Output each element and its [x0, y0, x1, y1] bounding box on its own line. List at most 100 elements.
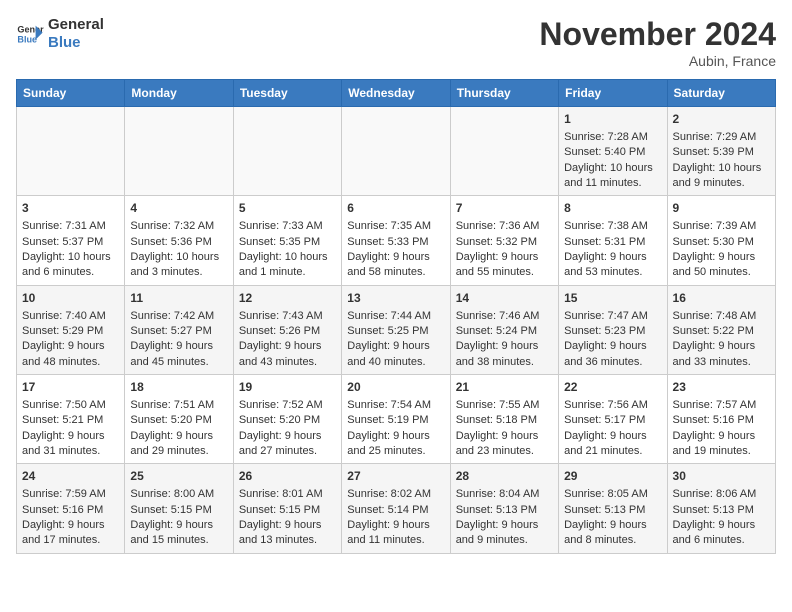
day-info: Sunset: 5:35 PM [239, 235, 336, 250]
day-info: Daylight: 9 hours and 27 minutes. [239, 429, 336, 460]
day-number: 10 [22, 290, 119, 307]
day-info: Daylight: 9 hours and 23 minutes. [456, 429, 553, 460]
day-info: Sunset: 5:31 PM [564, 235, 661, 250]
day-info: Daylight: 9 hours and 9 minutes. [456, 518, 553, 549]
day-number: 20 [347, 379, 444, 396]
calendar-cell: 10Sunrise: 7:40 AMSunset: 5:29 PMDayligh… [17, 285, 125, 374]
calendar-cell: 30Sunrise: 8:06 AMSunset: 5:13 PMDayligh… [667, 464, 775, 553]
day-info: Sunrise: 7:48 AM [673, 309, 770, 324]
day-number: 8 [564, 200, 661, 217]
day-info: Daylight: 9 hours and 25 minutes. [347, 429, 444, 460]
calendar-cell: 20Sunrise: 7:54 AMSunset: 5:19 PMDayligh… [342, 375, 450, 464]
day-info: Sunset: 5:29 PM [22, 324, 119, 339]
day-number: 14 [456, 290, 553, 307]
calendar-cell: 2 Sunrise: 7:29 AMSunset: 5:39 PMDaylight… [667, 107, 775, 196]
calendar-table: SundayMondayTuesdayWednesdayThursdayFrid… [16, 79, 776, 554]
month-title: November 2024 [539, 16, 776, 53]
day-number: 19 [239, 379, 336, 396]
day-info: Daylight: 9 hours and 36 minutes. [564, 339, 661, 370]
logo-line2: Blue [48, 34, 104, 52]
day-info: Sunrise: 7:51 AM [130, 398, 227, 413]
week-row-3: 10 Sunrise: 7:40 AMSunset: 5:29 PM Dayligh… [17, 285, 776, 374]
day-info: Sunrise: 7:46 AM [456, 309, 553, 324]
day-info: Daylight: 9 hours and 6 minutes. [673, 518, 770, 549]
day-info: Daylight: 9 hours and 53 minutes. [564, 250, 661, 281]
day-info: Daylight: 10 hours and 9 minutes. [673, 161, 770, 192]
day-number: 1 [564, 111, 661, 128]
calendar-cell: 13Sunrise: 7:44 AMSunset: 5:25 PMDayligh… [342, 285, 450, 374]
day-number: 2 [673, 111, 770, 128]
day-info: Sunrise: 7:39 AM [673, 219, 770, 234]
day-info: Sunrise: 7:50 AM [22, 398, 119, 413]
calendar-cell: 8 Sunrise: 7:38 AMSunset: 5:31 PMDaylight… [559, 196, 667, 285]
day-info: Sunset: 5:16 PM [673, 413, 770, 428]
day-info: Sunrise: 7:38 AM [564, 219, 661, 234]
day-number: 30 [673, 468, 770, 485]
day-info: Daylight: 9 hours and 45 minutes. [130, 339, 227, 370]
calendar-cell: 3Sunrise: 7:31 AMSunset: 5:37 PMDaylight… [17, 196, 125, 285]
svg-text:Blue: Blue [17, 34, 37, 44]
day-info: Sunset: 5:39 PM [673, 145, 770, 160]
day-info: Sunrise: 7:28 AM [564, 130, 661, 145]
week-row-2: 3Sunrise: 7:31 AMSunset: 5:37 PMDaylight… [17, 196, 776, 285]
day-info: Sunrise: 7:52 AM [239, 398, 336, 413]
week-row-4: 17Sunrise: 7:50 AMSunset: 5:21 PMDayligh… [17, 375, 776, 464]
day-info: Sunrise: 8:00 AM [130, 487, 227, 502]
calendar-cell: 4Sunrise: 7:32 AMSunset: 5:36 PMDaylight… [125, 196, 233, 285]
day-info: Sunrise: 7:31 AM [22, 219, 119, 234]
day-number: 28 [456, 468, 553, 485]
day-info: Sunset: 5:27 PM [130, 324, 227, 339]
week-row-1: 1 Sunrise: 7:28 AMSunset: 5:40 PM Daylight… [17, 107, 776, 196]
day-info: Daylight: 9 hours and 31 minutes. [22, 429, 119, 460]
logo-line1: General [48, 16, 104, 34]
logo-icon: General Blue [16, 20, 44, 48]
day-info: Daylight: 10 hours and 1 minute. [239, 250, 336, 281]
day-number: 18 [130, 379, 227, 396]
day-info: Sunset: 5:15 PM [130, 503, 227, 518]
day-info: Sunset: 5:26 PM [239, 324, 336, 339]
calendar-cell [125, 107, 233, 196]
day-info: Sunset: 5:40 PM [564, 145, 661, 160]
day-number: 7 [456, 200, 553, 217]
calendar-cell: 19Sunrise: 7:52 AMSunset: 5:20 PMDayligh… [233, 375, 341, 464]
calendar-cell: 5Sunrise: 7:33 AMSunset: 5:35 PMDaylight… [233, 196, 341, 285]
header-day-tuesday: Tuesday [233, 80, 341, 107]
day-number: 9 [673, 200, 770, 217]
day-number: 6 [347, 200, 444, 217]
day-info: Sunset: 5:16 PM [22, 503, 119, 518]
day-info: Sunset: 5:25 PM [347, 324, 444, 339]
day-info: Daylight: 9 hours and 50 minutes. [673, 250, 770, 281]
calendar-cell: 27Sunrise: 8:02 AMSunset: 5:14 PMDayligh… [342, 464, 450, 553]
day-info: Sunrise: 8:06 AM [673, 487, 770, 502]
day-number: 15 [564, 290, 661, 307]
day-info: Sunrise: 8:05 AM [564, 487, 661, 502]
day-info: Sunrise: 7:36 AM [456, 219, 553, 234]
day-info: Daylight: 9 hours and 29 minutes. [130, 429, 227, 460]
day-info: Sunrise: 7:59 AM [22, 487, 119, 502]
day-number: 23 [673, 379, 770, 396]
day-info: Sunset: 5:24 PM [456, 324, 553, 339]
calendar-cell: 29Sunrise: 8:05 AMSunset: 5:13 PMDayligh… [559, 464, 667, 553]
day-info: Sunrise: 7:54 AM [347, 398, 444, 413]
calendar-cell [233, 107, 341, 196]
day-info: Daylight: 9 hours and 8 minutes. [564, 518, 661, 549]
day-info: Sunset: 5:13 PM [456, 503, 553, 518]
calendar-cell: 17Sunrise: 7:50 AMSunset: 5:21 PMDayligh… [17, 375, 125, 464]
calendar-cell: 23Sunrise: 7:57 AMSunset: 5:16 PMDayligh… [667, 375, 775, 464]
day-number: 21 [456, 379, 553, 396]
day-info: Daylight: 9 hours and 11 minutes. [347, 518, 444, 549]
calendar-cell: 6Sunrise: 7:35 AMSunset: 5:33 PMDaylight… [342, 196, 450, 285]
day-number: 27 [347, 468, 444, 485]
day-info: Sunrise: 8:01 AM [239, 487, 336, 502]
day-number: 24 [22, 468, 119, 485]
day-info: Sunrise: 7:40 AM [22, 309, 119, 324]
day-info: Sunrise: 7:29 AM [673, 130, 770, 145]
calendar-cell: 1Sunrise: 7:28 AMSunset: 5:40 PMDaylight… [559, 107, 667, 196]
logo: General Blue General Blue [16, 16, 104, 52]
day-info: Sunrise: 7:32 AM [130, 219, 227, 234]
day-info: Daylight: 10 hours and 3 minutes. [130, 250, 227, 281]
day-number: 5 [239, 200, 336, 217]
day-info: Sunrise: 7:56 AM [564, 398, 661, 413]
calendar-cell [17, 107, 125, 196]
day-info: Sunset: 5:14 PM [347, 503, 444, 518]
